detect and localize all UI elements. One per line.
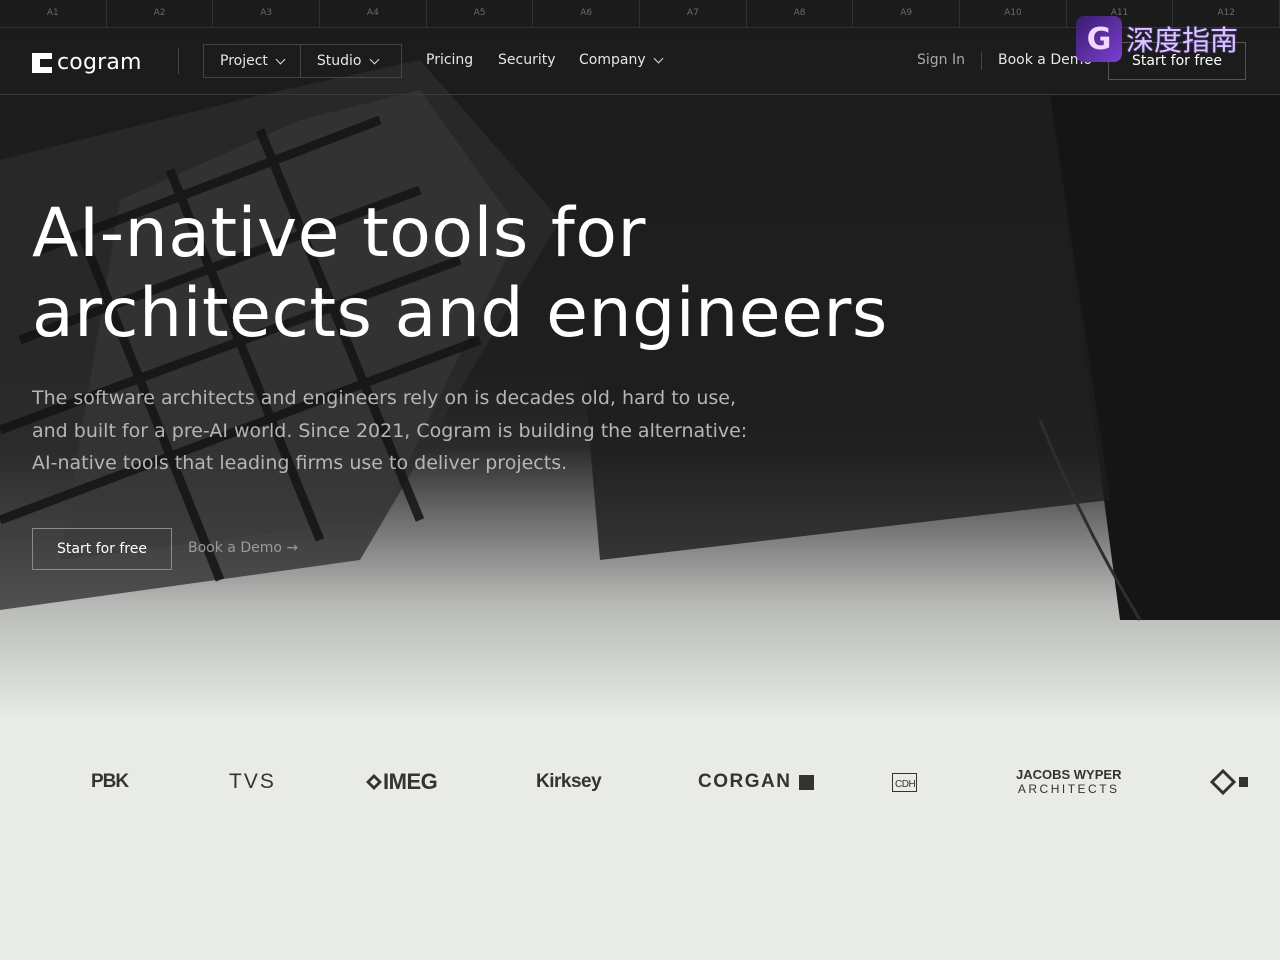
client-logo-text: JACOBS WYPER — [1016, 767, 1122, 782]
client-logo-cdh: CDH — [892, 760, 918, 804]
hero-headline: AI-native tools for architects and engin… — [32, 194, 888, 354]
architecture-photo — [0, 60, 1280, 621]
client-logo-text: Kirksey — [536, 771, 602, 792]
client-logo-kirksey: Kirksey — [536, 760, 602, 804]
nav-divider — [178, 48, 179, 74]
nav-project-dropdown[interactable]: Project — [204, 45, 300, 77]
nav-divider — [981, 52, 982, 70]
nav-studio-label: Studio — [316, 53, 362, 69]
ruler-label: A2 — [107, 0, 214, 27]
chevron-down-icon — [653, 53, 664, 63]
hero-headline-line: AI-native tools for — [32, 194, 646, 273]
nav-project-label: Project — [220, 53, 268, 69]
client-logo-text: CORGAN — [698, 771, 792, 792]
ruler-label: A6 — [533, 0, 641, 27]
client-logo-corgan: CORGAN — [698, 760, 815, 804]
ruler-label: A9 — [853, 0, 961, 27]
ruler-label: A5 — [427, 0, 534, 27]
client-logo-text: PBK — [91, 771, 129, 792]
hero-subtitle: The software architects and engineers re… — [32, 382, 822, 480]
client-logo-tvs: TVS — [229, 760, 276, 804]
ruler-label: A3 — [213, 0, 321, 27]
hero-headline-line: architects and engineers — [32, 274, 888, 353]
ruler-label: A7 — [640, 0, 747, 27]
client-logo-text: CDH — [892, 772, 918, 792]
brand-name: cogram — [57, 50, 142, 75]
hero-subtitle-line: and built for a pre-AI world. Since 2021… — [32, 419, 748, 442]
client-logo-text: TVS — [229, 770, 276, 793]
nav-company-dropdown[interactable]: Company — [579, 52, 664, 68]
product-menu-group: Project Studio — [203, 44, 402, 78]
watermark-text: 深度指南 — [1126, 24, 1239, 57]
client-logo-pbk: PBK — [91, 760, 129, 804]
client-logo-partial — [1210, 760, 1258, 804]
imeg-diamond-icon — [366, 774, 382, 790]
hero-subtitle-line: AI-native tools that leading firms use t… — [32, 452, 568, 474]
chevron-down-icon — [275, 54, 286, 64]
hero-background — [0, 0, 1280, 720]
client-logo-jacobs-wyper: JACOBS WYPER ARCHITECTS — [1016, 760, 1121, 804]
hero-book-demo-link[interactable]: Book a Demo → — [188, 540, 298, 556]
watermark-logo-icon: G — [1076, 16, 1122, 62]
nav-company-label: Company — [579, 52, 646, 68]
ruler-label: A1 — [0, 0, 107, 27]
chevron-down-icon — [369, 54, 379, 64]
client-logo-imeg: IMEG — [365, 760, 438, 804]
client-logos-strip: PBK TVS IMEG Kirksey CORGAN CDH JACOBS W… — [0, 760, 1280, 804]
ruler-label: A10 — [960, 0, 1067, 27]
client-logo-text: IMEG — [383, 769, 438, 794]
diamond-logo-icon — [1210, 769, 1248, 795]
brand-logo[interactable]: cogram — [32, 50, 142, 75]
site-watermark: G 深度指南 — [1076, 16, 1238, 62]
nav-pricing-link[interactable]: Pricing — [426, 52, 473, 68]
hero-start-free-button[interactable]: Start for free — [32, 528, 172, 570]
cogram-logo-icon — [32, 52, 52, 73]
ruler-label: A8 — [747, 0, 854, 27]
client-logo-text: ARCHITECTS — [1017, 782, 1120, 796]
nav-studio-dropdown[interactable]: Studio — [301, 45, 394, 77]
corgan-square-icon — [799, 774, 815, 790]
ruler-label: A4 — [320, 0, 427, 27]
sign-in-link[interactable]: Sign In — [917, 52, 965, 68]
hero-subtitle-line: The software architects and engineers re… — [32, 387, 737, 409]
nav-security-link[interactable]: Security — [498, 52, 556, 68]
